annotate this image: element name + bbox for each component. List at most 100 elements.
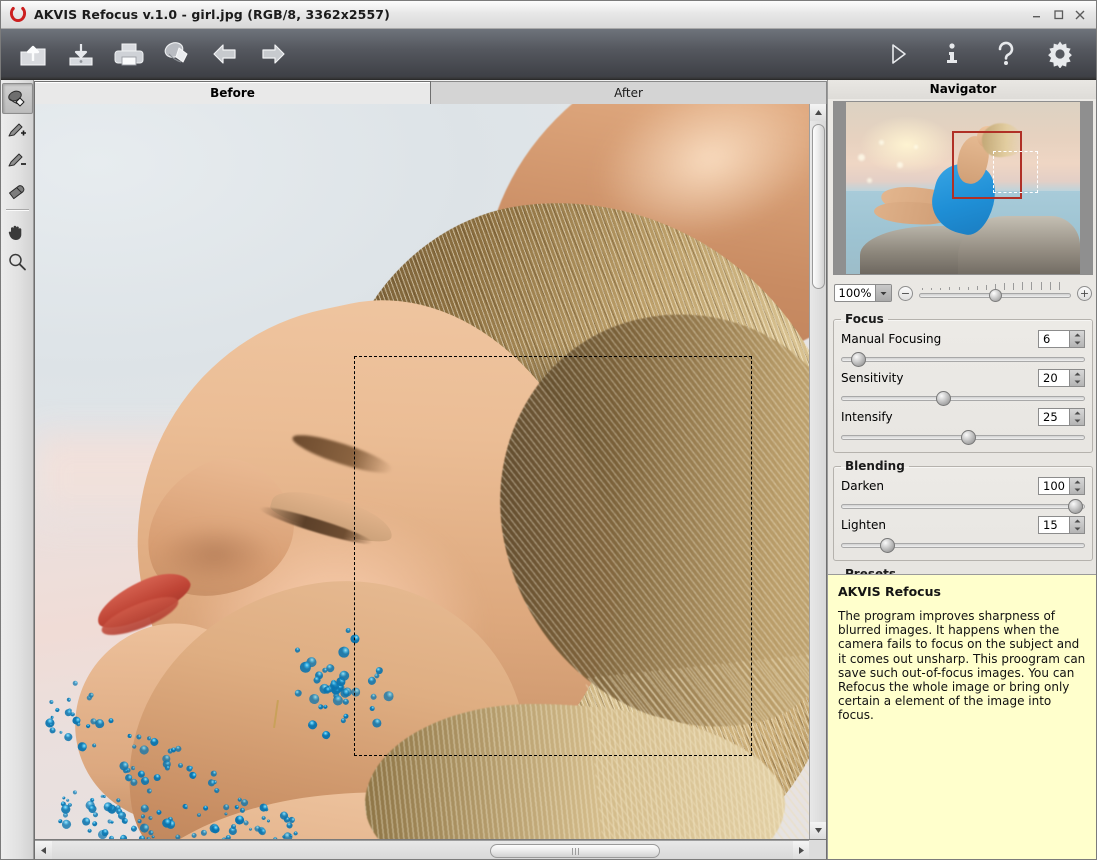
image-preview[interactable] [35, 104, 810, 839]
window-controls [1026, 5, 1096, 25]
help-title: AKVIS Refocus [838, 584, 1088, 599]
scroll-up-icon[interactable] [810, 104, 826, 121]
scroll-right-icon[interactable] [793, 841, 810, 860]
bead [109, 835, 115, 839]
bead [115, 798, 120, 803]
slider-knob[interactable] [851, 352, 866, 367]
bead [131, 765, 135, 769]
spinner-up-icon[interactable] [1070, 478, 1084, 486]
zoom-slider[interactable] [919, 282, 1071, 304]
info-icon[interactable] [934, 37, 970, 71]
zoom-level-combo[interactable]: 100% [834, 284, 892, 302]
tool-focus-area[interactable] [2, 83, 33, 114]
sensitivity-spinner[interactable]: 20 [1038, 369, 1085, 387]
spinner-down-icon[interactable] [1070, 417, 1084, 425]
spinner-up-icon[interactable] [1070, 331, 1084, 339]
grip-line [572, 848, 573, 855]
zoom-in-button[interactable]: + [1077, 286, 1092, 301]
bead [91, 743, 97, 749]
bead [72, 680, 79, 687]
slider-track[interactable] [841, 543, 1085, 548]
spinner-arrows[interactable] [1069, 370, 1084, 386]
lighten-slider[interactable] [841, 537, 1085, 553]
tool-zoom[interactable] [3, 247, 32, 276]
horizontal-scroll-thumb[interactable] [490, 844, 660, 858]
grip-line [578, 848, 579, 855]
zoom-slider-knob[interactable] [989, 289, 1002, 302]
canvas-vertical-scrollbar[interactable] [809, 104, 826, 839]
darken-spinner[interactable]: 100 [1038, 477, 1085, 495]
bead [119, 834, 127, 839]
play-triangle-icon[interactable] [880, 37, 916, 71]
maximize-icon[interactable] [1048, 5, 1068, 25]
title-bar: AKVIS Refocus v.1.0 - girl.jpg (RGB/8, 3… [1, 1, 1096, 29]
spinner-up-icon[interactable] [1070, 409, 1084, 417]
bead [174, 744, 182, 752]
tool-focus-plus[interactable] [3, 115, 32, 144]
minimize-icon[interactable] [1026, 5, 1046, 25]
slider-knob[interactable] [880, 538, 895, 553]
open-folder-up-arrow-icon[interactable] [15, 37, 51, 71]
vertical-scroll-thumb[interactable] [812, 124, 825, 289]
slider-track[interactable] [841, 504, 1085, 509]
tool-focus-minus[interactable] [3, 145, 32, 174]
spinner-down-icon[interactable] [1070, 525, 1084, 533]
bead [140, 776, 150, 786]
slider-knob[interactable] [961, 430, 976, 445]
sensitivity-slider[interactable] [841, 390, 1085, 406]
navigator-preview[interactable] [833, 101, 1093, 275]
undo-left-arrow-icon[interactable] [207, 37, 243, 71]
intensify-slider[interactable] [841, 429, 1085, 445]
grip-line [575, 848, 576, 855]
chevron-down-icon[interactable] [875, 285, 891, 301]
nav-sun-glow [860, 116, 954, 174]
tool-eraser[interactable] [3, 175, 32, 204]
bead [295, 689, 303, 697]
spinner-down-icon[interactable] [1070, 378, 1084, 386]
redo-right-arrow-icon[interactable] [255, 37, 291, 71]
spinner-arrows[interactable] [1069, 409, 1084, 425]
nav-bokeh [867, 178, 872, 183]
bead [337, 646, 349, 658]
tab-before[interactable]: Before [34, 81, 431, 104]
bead [189, 772, 197, 780]
scroll-left-icon[interactable] [35, 841, 52, 860]
question-mark-icon[interactable] [988, 37, 1024, 71]
scroll-down-icon[interactable] [810, 822, 826, 839]
gear-icon[interactable] [1042, 37, 1078, 71]
brush-pen-icon[interactable] [159, 37, 195, 71]
darken-slider[interactable] [841, 498, 1085, 514]
slider-knob[interactable] [1068, 499, 1083, 514]
tool-hand[interactable] [3, 217, 32, 246]
bead [138, 744, 150, 756]
slider-knob[interactable] [936, 391, 951, 406]
bead [86, 723, 91, 728]
bead [150, 835, 155, 839]
lighten-spinner[interactable]: 15 [1038, 516, 1085, 534]
bead [73, 790, 78, 795]
bead [200, 829, 208, 837]
spinner-arrows[interactable] [1069, 517, 1084, 533]
spinner-down-icon[interactable] [1070, 486, 1084, 494]
printer-icon[interactable] [111, 37, 147, 71]
spinner-up-icon[interactable] [1070, 370, 1084, 378]
tab-after[interactable]: After [431, 81, 827, 104]
close-icon[interactable] [1070, 5, 1090, 25]
spinner-arrows[interactable] [1069, 331, 1084, 347]
manual-focusing-spinner[interactable]: 6 [1038, 330, 1085, 348]
manual-focusing-slider[interactable] [841, 351, 1085, 367]
zoom-out-button[interactable]: − [898, 286, 913, 301]
lighten-label: Lighten [841, 518, 1038, 532]
bead [210, 770, 217, 777]
spinner-up-icon[interactable] [1070, 517, 1084, 525]
intensify-spinner[interactable]: 25 [1038, 408, 1085, 426]
slider-track[interactable] [841, 357, 1085, 362]
focus-selection-rectangle[interactable] [354, 356, 752, 756]
spinner-down-icon[interactable] [1070, 339, 1084, 347]
nav-bokeh [879, 140, 884, 145]
save-down-arrow-icon[interactable] [63, 37, 99, 71]
bead [147, 736, 151, 740]
canvas-horizontal-scrollbar[interactable] [35, 840, 810, 860]
slider-track[interactable] [841, 396, 1085, 401]
spinner-arrows[interactable] [1069, 478, 1084, 494]
